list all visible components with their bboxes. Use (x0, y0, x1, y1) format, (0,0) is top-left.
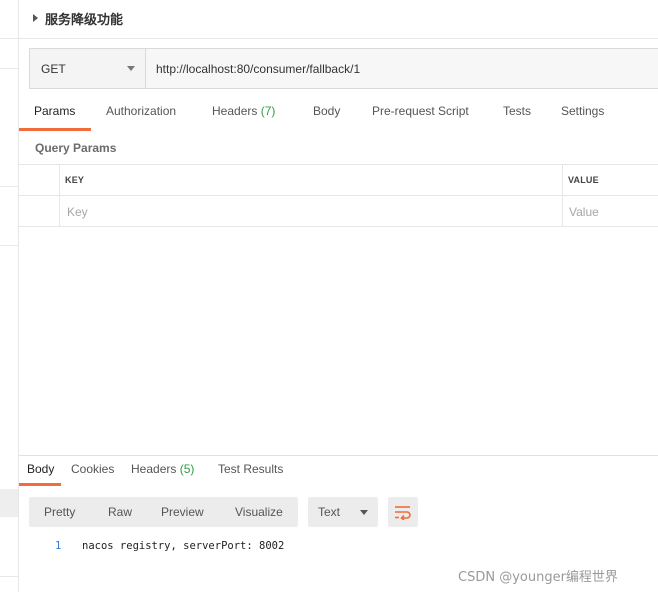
line-number: 1 (55, 540, 62, 552)
sidebar-divider (0, 68, 18, 69)
response-divider[interactable] (19, 455, 658, 456)
tab-authorization[interactable]: Authorization (106, 104, 176, 131)
response-tab-cookies[interactable]: Cookies (71, 462, 114, 489)
response-body-line: 1 nacos registry, serverPort: 8002 (19, 538, 658, 554)
title-divider (19, 38, 658, 39)
tab-count: (5) (179, 462, 195, 476)
format-label: Text (318, 505, 341, 519)
response-tab-test-results[interactable]: Test Results (218, 462, 283, 489)
tab-label: Authorization (106, 104, 177, 118)
value-column-header: VALUE (568, 165, 599, 195)
tab-label: Headers (131, 462, 177, 476)
key-column-header: KEY (65, 165, 84, 195)
tab-settings[interactable]: Settings (561, 104, 604, 131)
table-row: Key Value (19, 196, 658, 227)
column-divider (562, 196, 563, 227)
row-checkbox-cell[interactable] (19, 196, 59, 227)
tab-headers[interactable]: Headers (7) (212, 104, 275, 131)
tab-label: Settings (561, 104, 605, 118)
view-mode-label: Pretty (44, 505, 76, 519)
column-divider[interactable] (562, 165, 563, 195)
wrap-lines-button[interactable] (388, 497, 418, 527)
key-input[interactable]: Key (67, 196, 557, 227)
tab-label: Tests (503, 104, 532, 118)
tab-count: (7) (260, 104, 276, 118)
response-text: nacos registry, serverPort: 8002 (82, 540, 285, 552)
column-divider (59, 165, 60, 195)
active-tab-indicator (19, 128, 91, 131)
tab-label: Body (27, 462, 55, 476)
request-title-bar[interactable]: 服务降级功能 (33, 9, 124, 28)
method-label: GET (41, 61, 66, 76)
sidebar-divider (0, 38, 18, 39)
value-input[interactable]: Value (569, 196, 658, 227)
key-placeholder: Key (67, 204, 88, 219)
tab-tests[interactable]: Tests (503, 104, 531, 131)
view-mode-pretty[interactable]: Pretty (44, 497, 75, 527)
method-select[interactable]: GET (30, 49, 146, 88)
active-tab-indicator (19, 483, 61, 486)
tab-body[interactable]: Body (313, 104, 340, 131)
tab-params[interactable]: Params (34, 104, 75, 131)
view-mode-label: Raw (108, 505, 133, 519)
request-title: 服务降级功能 (45, 12, 124, 28)
view-mode-preview[interactable]: Preview (161, 497, 204, 527)
response-view-toolbar: Pretty Raw Preview Visualize Text (19, 497, 658, 527)
query-params-label: Query Params (35, 141, 117, 155)
url-input[interactable] (146, 49, 658, 88)
url-bar: GET (29, 48, 658, 89)
tab-label: Test Results (218, 462, 284, 476)
value-placeholder: Value (569, 204, 599, 219)
query-params-table: KEY VALUE Key Value (19, 164, 658, 227)
collections-sidebar (0, 0, 19, 592)
sidebar-divider (0, 245, 18, 246)
tab-label: Pre-request Script (372, 104, 469, 118)
view-mode-raw[interactable]: Raw (108, 497, 132, 527)
tab-label: Params (34, 104, 76, 118)
tab-label: Body (313, 104, 341, 118)
wrap-lines-icon (395, 506, 411, 520)
request-tabs: Params Authorization Headers (7) Body Pr… (19, 104, 658, 132)
format-select[interactable]: Text (308, 497, 378, 527)
watermark: CSDN @younger编程世界 (458, 570, 618, 585)
tab-label: Cookies (71, 462, 115, 476)
chevron-down-icon (127, 66, 135, 71)
value-header-label: VALUE (568, 175, 599, 185)
request-workspace: 服务降级功能 GET Params Authorization Headers … (19, 0, 658, 592)
view-mode-segmented: Pretty Raw Preview Visualize (29, 497, 298, 527)
table-header-row: KEY VALUE (19, 165, 658, 196)
sidebar-divider (0, 576, 18, 577)
key-header-label: KEY (65, 175, 85, 185)
view-mode-label: Visualize (235, 505, 283, 519)
sidebar-selected-item[interactable] (0, 489, 18, 517)
tab-label: Headers (212, 104, 258, 118)
view-mode-visualize[interactable]: Visualize (235, 497, 283, 527)
caret-right-icon[interactable] (33, 14, 38, 22)
view-mode-label: Preview (161, 505, 204, 519)
response-tabs: Body Cookies Headers (5) Test Results (19, 462, 658, 488)
sidebar-divider (0, 186, 18, 187)
chevron-down-icon (360, 509, 368, 515)
column-divider (59, 196, 60, 227)
tab-pre-request-script[interactable]: Pre-request Script (372, 104, 469, 131)
response-tab-headers[interactable]: Headers (5) (131, 462, 194, 489)
